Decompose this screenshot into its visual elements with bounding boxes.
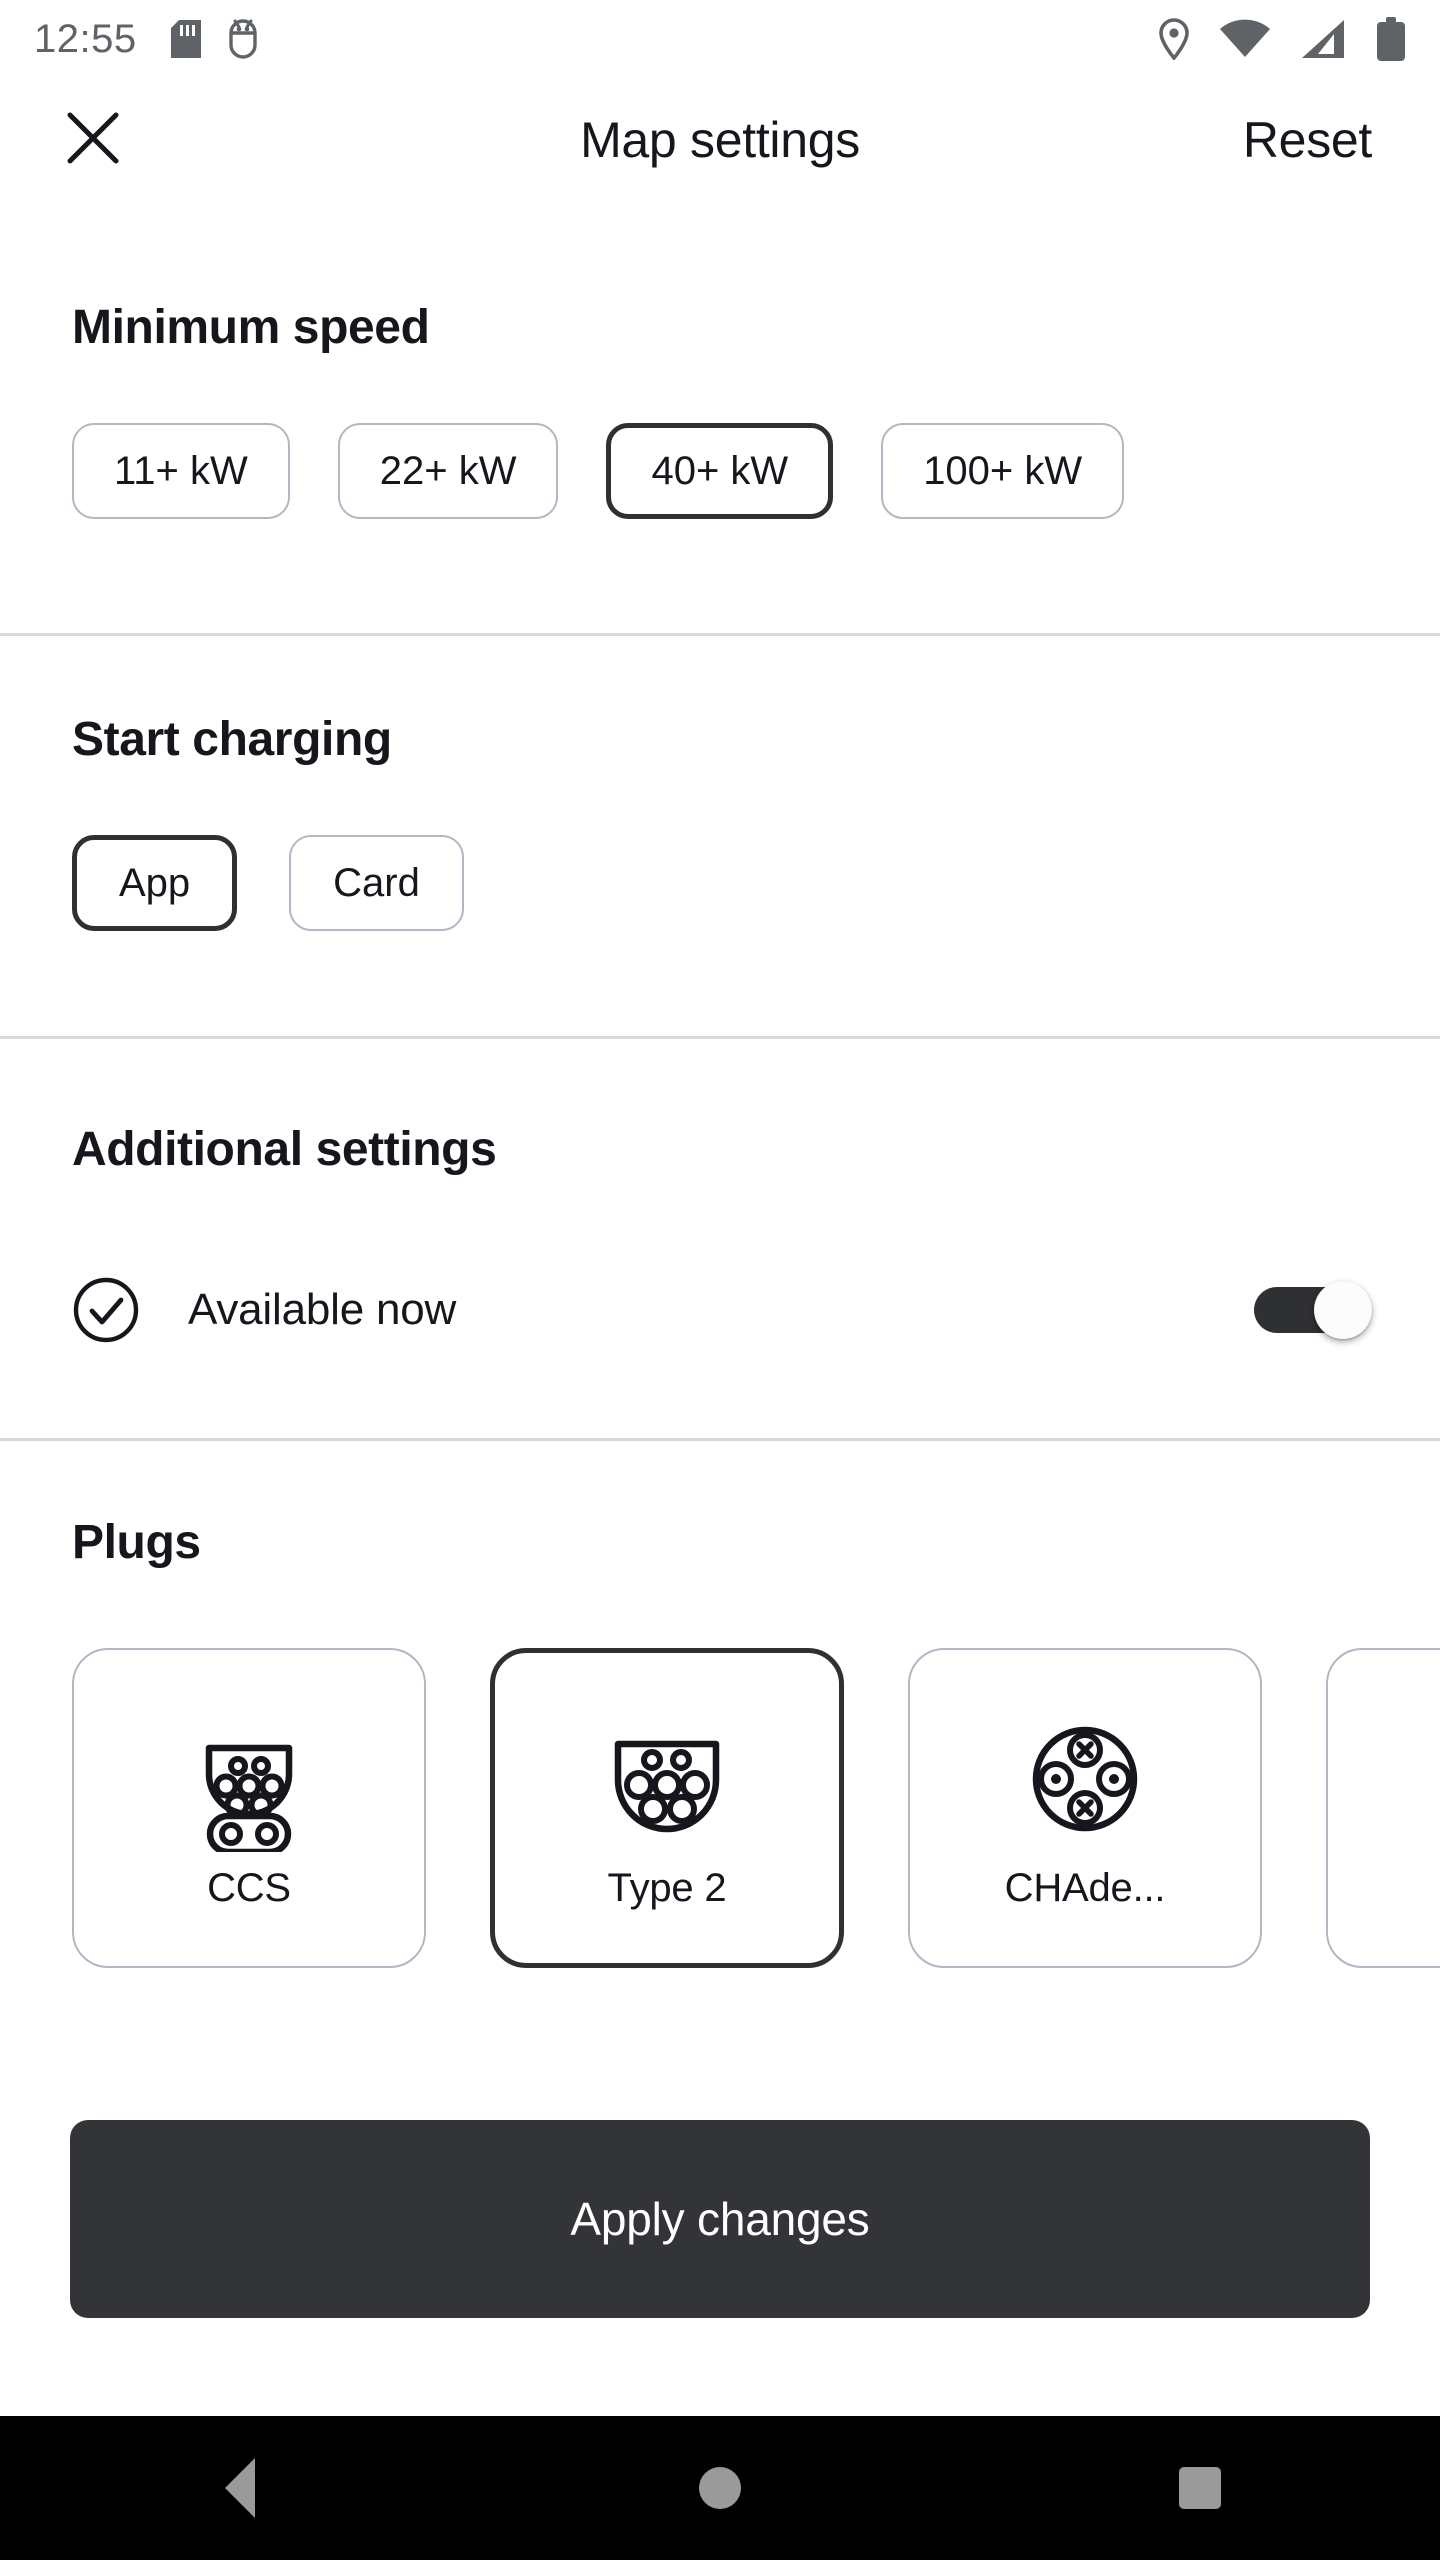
start-charging-title: Start charging [72,713,392,766]
section-divider-1 [0,633,1440,636]
battery-icon [1376,17,1406,61]
android-nav-bar [0,2416,1440,2560]
page-title: Map settings [580,112,860,168]
available-now-row[interactable]: Available now [0,1255,1440,1365]
status-bar-right-icons [1158,17,1406,61]
recents-square-icon [1179,2467,1221,2509]
speed-chip-40kw[interactable]: 40+ kW [606,423,834,519]
back-triangle-icon [225,2458,255,2518]
available-now-toggle[interactable] [1254,1281,1372,1339]
plug-label-type2: Type 2 [607,1865,727,1910]
status-bar-clock: 12:55 [34,17,137,61]
plug-card-type1[interactable]: Ty [1326,1648,1440,1968]
speed-chip-22kw[interactable]: 22+ kW [337,423,559,519]
location-pin-icon [1158,18,1190,60]
additional-settings-section: Additional settings Available now [0,1122,1440,1365]
android-debug-icon [227,19,259,59]
section-divider-3 [0,1438,1440,1441]
toggle-thumb [1314,1281,1372,1339]
type2-plug-icon [594,1706,740,1852]
nav-home-button[interactable] [630,2416,810,2560]
plugs-options: CCS Type 2 CHAde... [0,1648,1440,1968]
available-now-label: Available now [188,1285,457,1334]
section-divider-2 [0,1036,1440,1039]
minimum-speed-title: Minimum speed [72,301,430,354]
ccs-plug-icon [176,1706,322,1855]
plug-card-chademo[interactable]: CHAde... [908,1648,1262,1968]
wifi-icon [1220,19,1270,59]
charging-chip-card[interactable]: Card [289,835,464,931]
status-bar: 12:55 [0,0,1440,78]
speed-chip-11kw[interactable]: 11+ kW [72,423,290,519]
plugs-section: Plugs CCS Type 2 CHAde... [0,1515,1440,1968]
speed-chip-100kw[interactable]: 100+ kW [881,423,1125,519]
circle-check-icon [72,1276,140,1344]
start-charging-options: App Card [0,835,1440,931]
map-settings-screen: 12:55 Map settings Reset Minimum speed 1… [0,0,1440,2560]
plug-card-type2[interactable]: Type 2 [490,1648,844,1968]
app-header: Map settings Reset [0,78,1440,202]
plugs-title: Plugs [72,1516,201,1569]
plug-label-ccs: CCS [207,1865,291,1910]
plug-label-chademo: CHAde... [1004,1865,1166,1910]
apply-changes-button[interactable]: Apply changes [70,2120,1370,2318]
type1-plug-icon [1430,1706,1440,1852]
nav-recents-button[interactable] [1110,2416,1290,2560]
status-bar-left-icons [170,19,259,59]
home-circle-icon [699,2467,741,2509]
chademo-plug-icon [1012,1706,1158,1852]
charging-chip-app[interactable]: App [72,835,238,931]
minimum-speed-options: 11+ kW 22+ kW 40+ kW 100+ kW [0,423,1440,519]
minimum-speed-section: Minimum speed 11+ kW 22+ kW 40+ kW 100+ … [0,300,1440,519]
start-charging-section: Start charging App Card [0,712,1440,931]
additional-settings-title: Additional settings [72,1123,497,1176]
sd-card-icon [170,20,201,58]
close-button[interactable] [62,109,124,171]
reset-button[interactable]: Reset [1243,111,1372,169]
nav-back-button[interactable] [150,2416,330,2560]
close-icon [64,109,122,172]
plug-card-ccs[interactable]: CCS [72,1648,426,1968]
cellular-signal-icon [1300,18,1346,60]
